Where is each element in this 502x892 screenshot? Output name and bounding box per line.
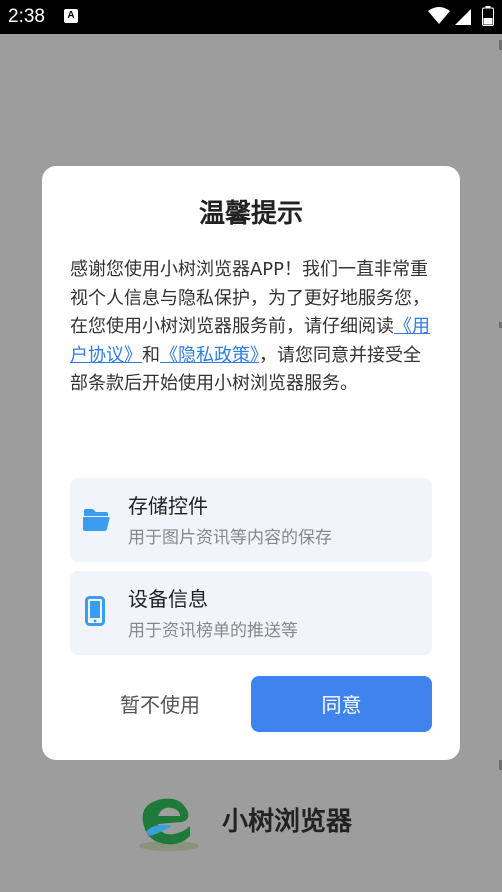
permission-card-device: 设备信息 用于资讯榜单的推送等 (70, 571, 432, 655)
permission-title: 设备信息 (128, 587, 208, 611)
body-text-before: 感谢您使用小树浏览器APP！我们一直非常重视个人信息与隐私保护，为了更好地服务您… (70, 259, 430, 337)
permission-description: 用于资讯榜单的推送等 (128, 621, 298, 641)
permission-title: 存储控件 (128, 494, 208, 518)
decline-button[interactable]: 暂不使用 (70, 676, 250, 732)
body-text-and: 和 (142, 344, 160, 366)
e-logo-icon (139, 798, 199, 851)
folder-icon (83, 509, 110, 531)
dialog-body-text: 感谢您使用小树浏览器APP！我们一直非常重视个人信息与隐私保护，为了更好地服务您… (70, 256, 432, 399)
phone-icon (85, 596, 105, 626)
wifi-icon (428, 7, 450, 24)
battery-icon (482, 6, 494, 26)
agree-button[interactable]: 同意 (251, 676, 432, 732)
signal-icon (455, 9, 471, 25)
a-icon: A (64, 9, 78, 23)
brand-name: 小树浏览器 (222, 807, 353, 837)
status-bar: 2:38 A (0, 0, 502, 34)
permission-description: 用于图片资讯等内容的保存 (128, 528, 332, 548)
privacy-policy-link[interactable]: 《隐私政策》 (160, 345, 259, 366)
permission-card-storage: 存储控件 用于图片资讯等内容的保存 (70, 478, 432, 562)
dialog-title: 温馨提示 (198, 199, 303, 229)
status-time: 2:38 (8, 6, 45, 27)
